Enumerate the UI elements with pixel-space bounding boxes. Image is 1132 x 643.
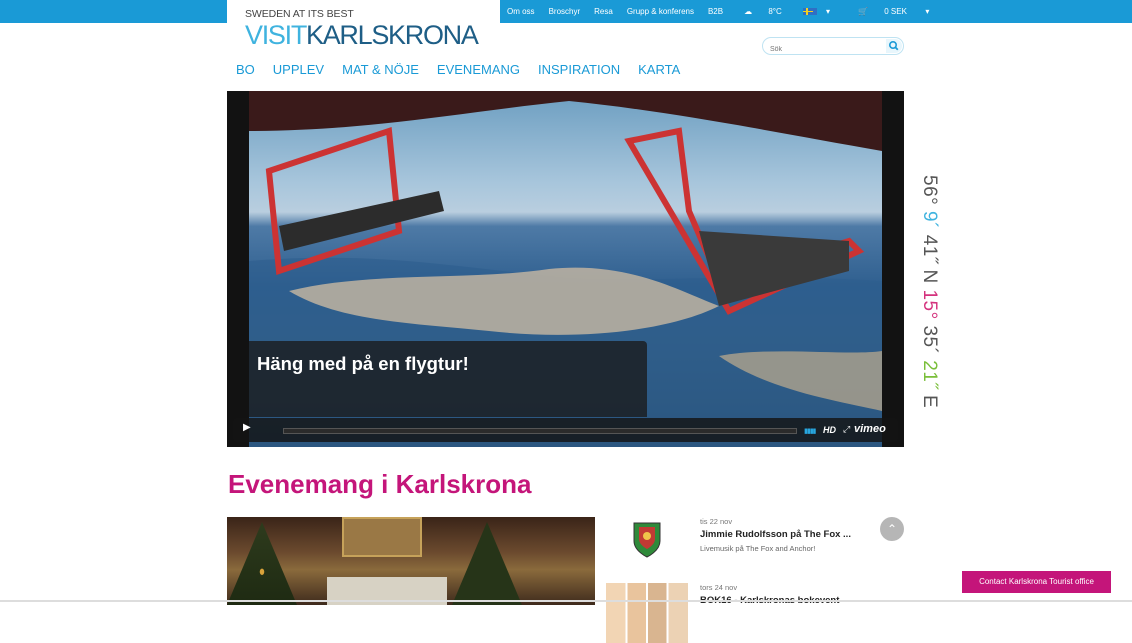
video-player[interactable]: Häng med på en flygtur! ▶ ▮▮▮▮ HD ⤢ vime… <box>227 91 904 447</box>
christmas-tree-left <box>227 522 297 605</box>
cart-total: 0 SEK <box>884 7 907 16</box>
fullscreen-icon[interactable]: ⤢ <box>843 424 850 435</box>
topnav-resa[interactable]: Resa <box>587 7 620 16</box>
topnav-b2b[interactable]: B2B <box>701 7 730 16</box>
bottom-divider <box>0 600 1132 602</box>
nav-upplev[interactable]: UPPLEV <box>273 62 324 77</box>
volume-icon[interactable]: ▮▮▮▮ <box>804 427 816 435</box>
lon-min: 35´ <box>919 325 940 355</box>
weather-widget[interactable]: ☁ 8°C <box>730 7 796 16</box>
language-selector[interactable]: ▾ <box>796 7 844 16</box>
hd-toggle[interactable]: HD <box>823 425 836 435</box>
cart[interactable]: 🛒 0 SEK ▾ <box>844 7 943 16</box>
nav-bo[interactable]: BO <box>236 62 255 77</box>
search-box <box>762 37 904 58</box>
event-date: tis 22 nov <box>700 517 733 526</box>
nav-karta[interactable]: KARTA <box>638 62 680 77</box>
contact-tourist-office-button[interactable]: Contact Karlskrona Tourist office <box>962 571 1111 593</box>
event-date: tors 24 nov <box>700 583 738 592</box>
cart-icon: 🛒 <box>858 7 868 16</box>
lat-sec: 41˝ <box>919 234 940 264</box>
lat-deg: 56° <box>919 175 940 206</box>
fox-and-anchor-logo <box>606 517 688 577</box>
progress-bar[interactable] <box>283 428 797 434</box>
events-heading: Evenemang i Karlskrona <box>228 469 532 499</box>
nav-mat-noje[interactable]: MAT & NÖJE <box>342 62 419 77</box>
lat-dir: N <box>919 269 940 284</box>
tagline: SWEDEN AT ITS BEST <box>245 8 354 20</box>
church-altar <box>342 517 422 557</box>
event-description: Livemusik på The Fox and Anchor! <box>700 544 816 553</box>
topnav-broschyr[interactable]: Broschyr <box>542 7 588 16</box>
top-navigation: Om oss Broschyr Resa Grupp & konferens B… <box>500 0 943 23</box>
main-navigation: BO UPPLEV MAT & NÖJE EVENEMANG INSPIRATI… <box>236 62 680 77</box>
christmas-tree-right <box>452 522 522 605</box>
weather-temp: 8°C <box>768 7 782 16</box>
lon-dir: E <box>919 394 940 409</box>
coordinates: 56° 9´ 41˝ N 15° 35´ 21˝ E <box>918 175 940 408</box>
chevron-up-icon: ⌃ <box>886 522 898 536</box>
video-title[interactable]: Häng med på en flygtur! <box>257 353 469 375</box>
topnav-grupp[interactable]: Grupp & konferens <box>620 7 701 16</box>
search-input[interactable] <box>763 41 878 58</box>
event-item[interactable]: tis 22 nov Jimmie Rudolfsson på The Fox … <box>606 517 886 577</box>
event-title[interactable]: Jimmie Rudolfsson på The Fox ... <box>700 529 851 540</box>
logo-visit: VISIT <box>245 20 307 50</box>
logo-karlskrona: KARLSKRONA <box>306 20 479 50</box>
site-logo[interactable]: VISITKARLSKRONA <box>245 20 479 50</box>
play-icon: ▶ <box>243 422 251 433</box>
lon-deg: 15° <box>919 289 940 320</box>
scroll-up-button[interactable]: ⌃ <box>880 517 904 541</box>
chevron-down-icon: ▾ <box>923 7 930 16</box>
swedish-flag-icon <box>802 8 817 16</box>
cloud-icon: ☁ <box>744 7 753 16</box>
lon-sec: 21˝ <box>919 360 940 390</box>
event-thumbnail <box>606 583 688 643</box>
vimeo-logo[interactable]: vimeo <box>854 423 886 435</box>
search-icon <box>888 40 899 51</box>
featured-event-image[interactable] <box>227 517 595 605</box>
nav-inspiration[interactable]: INSPIRATION <box>538 62 620 77</box>
chevron-down-icon: ▾ <box>826 7 831 16</box>
search-button[interactable] <box>886 39 902 53</box>
nav-evenemang[interactable]: EVENEMANG <box>437 62 520 77</box>
top-bar-left <box>0 0 227 23</box>
play-button[interactable]: ▶ <box>243 422 265 440</box>
lat-min: 9´ <box>919 211 940 229</box>
topnav-om-oss[interactable]: Om oss <box>500 7 542 16</box>
